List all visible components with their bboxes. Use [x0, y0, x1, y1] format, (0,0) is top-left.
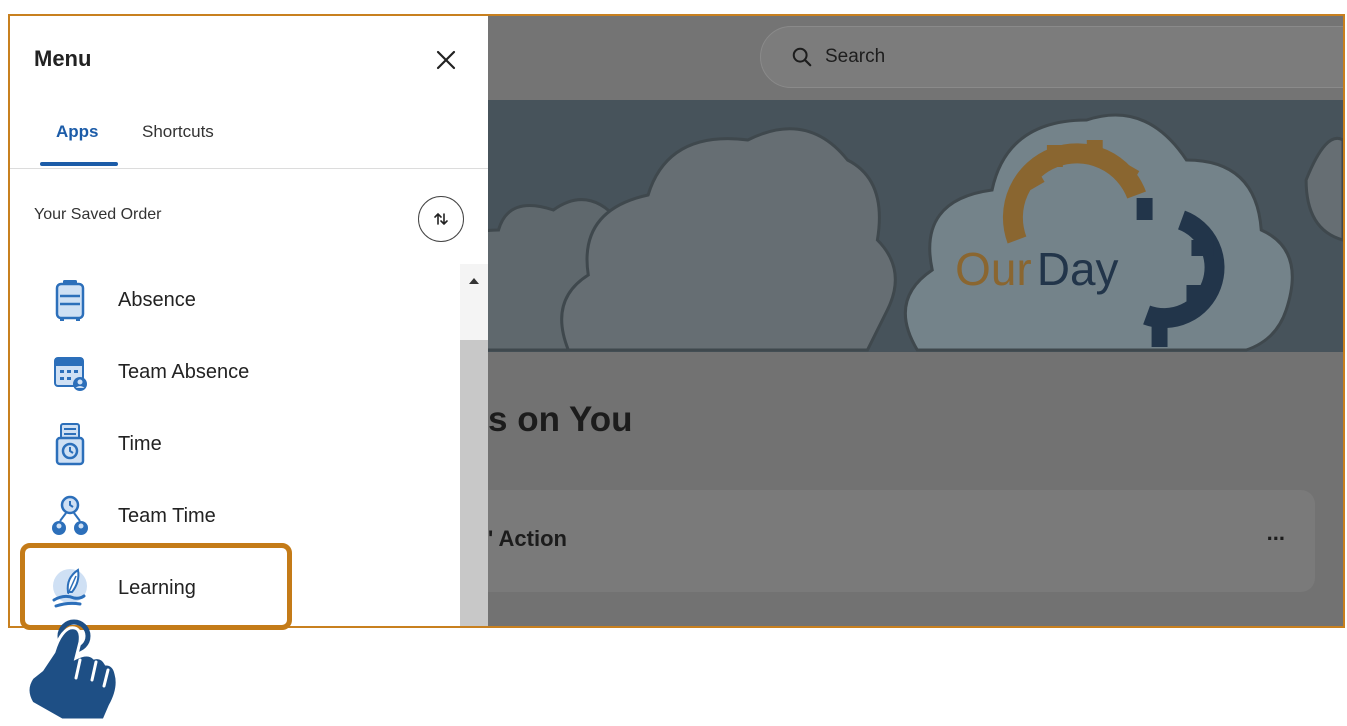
- item-label: Team Time: [118, 504, 216, 527]
- app-window: Search Our Day s on You ' Action ... Men…: [8, 14, 1345, 628]
- card-label: ' Action: [488, 526, 567, 551]
- section-title: s on You: [488, 400, 633, 439]
- list-item-team-absence[interactable]: Team Absence: [10, 336, 460, 408]
- calendar-person-icon: [54, 357, 87, 391]
- team-clock-icon: [52, 495, 88, 535]
- active-tab-indicator: [40, 162, 118, 166]
- scrollbar-thumb[interactable]: [460, 340, 488, 626]
- item-label: Time: [118, 432, 162, 455]
- tab-apps[interactable]: Apps: [56, 122, 99, 142]
- list-item-absence[interactable]: Absence: [10, 264, 460, 336]
- more-options-button[interactable]: ...: [1267, 520, 1285, 546]
- item-label: Absence: [118, 288, 196, 311]
- menu-panel: Menu Apps Shortcuts Your Saved Order Abs…: [10, 16, 488, 626]
- divider: [10, 168, 488, 169]
- sort-arrows-icon: [434, 212, 448, 226]
- menu-title: Menu: [34, 46, 92, 71]
- scroll-up-arrow-icon[interactable]: [461, 272, 487, 288]
- search-placeholder: Search: [825, 46, 886, 67]
- list-item-time[interactable]: Time: [10, 408, 460, 480]
- item-label: Team Absence: [118, 360, 250, 383]
- logo-text-day: Day: [1037, 243, 1119, 295]
- tab-shortcuts[interactable]: Shortcuts: [142, 122, 214, 142]
- saved-order-label: Your Saved Order: [34, 206, 162, 223]
- logo-text-our: Our: [955, 243, 1031, 295]
- time-clock-icon: [55, 423, 85, 466]
- pointing-hand-icon: [26, 619, 119, 722]
- search-bar[interactable]: Search: [760, 26, 1343, 88]
- suitcase-icon: [55, 280, 85, 321]
- list-item-team-time[interactable]: Team Time: [10, 480, 460, 552]
- reorder-button[interactable]: [418, 196, 464, 242]
- search-icon: [792, 47, 812, 67]
- action-card[interactable]: ' Action ...: [470, 490, 1315, 592]
- close-icon[interactable]: [430, 44, 462, 76]
